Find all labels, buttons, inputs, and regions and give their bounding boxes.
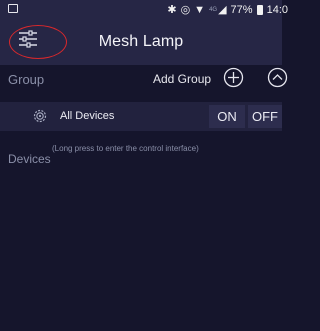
- plus-circle-icon[interactable]: [223, 67, 244, 88]
- chevron-up-circle-icon[interactable]: [267, 67, 288, 88]
- all-devices-off-button[interactable]: OFF: [248, 105, 282, 128]
- battery-icon: [256, 5, 263, 15]
- devices-label: Devices: [8, 152, 51, 166]
- group-label: Group: [8, 72, 45, 87]
- all-devices-on-button[interactable]: ON: [209, 105, 245, 128]
- clock: 14:0: [266, 4, 288, 16]
- cell-signal-icon: ◢: [218, 4, 227, 16]
- group-header: Group Add Group: [0, 65, 288, 92]
- network-type: 4G: [209, 7, 218, 13]
- devices-hint: (Long press to enter the control interfa…: [52, 144, 199, 153]
- add-group-label[interactable]: Add Group: [153, 72, 211, 86]
- notification-icon: [8, 4, 18, 13]
- all-devices-label: All Devices: [60, 110, 115, 122]
- status-icons: ✱ ◎ ▼ 4G ◢ 77% 14:0: [167, 3, 288, 17]
- all-devices-row[interactable]: All Devices ON OFF: [0, 102, 282, 131]
- bluetooth-icon: ✱: [167, 4, 177, 16]
- do-not-disturb-icon: ◎: [180, 4, 191, 16]
- status-bar: ✱ ◎ ▼ 4G ◢ 77% 14:0: [0, 0, 288, 19]
- gear-icon: [33, 109, 47, 123]
- app-bar: Mesh Lamp: [0, 19, 282, 65]
- page-title: Mesh Lamp: [98, 33, 184, 50]
- battery-percentage: 77%: [230, 4, 253, 16]
- wifi-icon: ▼: [194, 4, 206, 16]
